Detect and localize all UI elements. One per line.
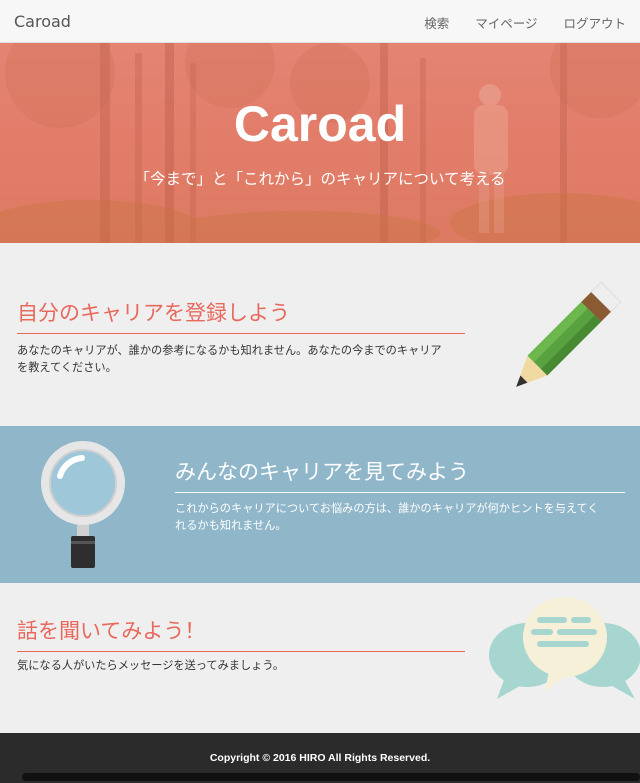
chat-bubbles-icon — [489, 597, 640, 699]
nav-logout-link[interactable]: ログアウト — [563, 13, 626, 32]
register-career-heading[interactable]: 自分のキャリアを登録しよう — [17, 297, 465, 334]
browse-career-text-line: れるかも知れません。 — [175, 519, 287, 532]
brand-logo[interactable]: Caroad — [14, 12, 71, 31]
browse-career-text: これからのキャリアについてお悩みの方は、誰かのキャリアが何かヒントを与えてく れ… — [175, 500, 630, 534]
horizontal-scrollbar[interactable] — [22, 773, 640, 781]
talk-section: 話を聞いてみよう！ 気になる人がいたらメッセージを送ってみましょう。 — [0, 583, 640, 733]
hero-subtitle: 「今まで」と「これから」のキャリアについて考える — [134, 170, 506, 188]
browse-career-heading[interactable]: みんなのキャリアを見てみよう — [175, 456, 625, 493]
copyright-text: Copyright © 2016 HIRO All Rights Reserve… — [209, 752, 431, 764]
nav-search-link[interactable]: 検索 — [424, 13, 449, 32]
browse-career-section: みんなのキャリアを見てみよう これからのキャリアについてお悩みの方は、誰かのキャ… — [0, 426, 640, 583]
nav-links: 検索 マイページ ログアウト — [424, 13, 626, 32]
nav-mypage-link[interactable]: マイページ — [475, 13, 537, 32]
hero-title: Caroad — [233, 96, 407, 152]
register-career-text: あなたのキャリアが、誰かの参考になるかも知れません。あなたの今までのキャリア を… — [17, 342, 467, 376]
register-career-text-line: あなたのキャリアが、誰かの参考になるかも知れません。あなたの今までのキャリア — [17, 344, 442, 357]
register-career-text-line: を教えてください。 — [17, 361, 117, 374]
browse-career-text-line: これからのキャリアについてお悩みの方は、誰かのキャリアが何かヒントを与えてく — [175, 502, 599, 515]
hero-banner: Caroad 「今まで」と「これから」のキャリアについて考える — [0, 43, 640, 243]
pencil-icon — [516, 281, 622, 387]
talk-text-line: 気になる人がいたらメッセージを送ってみましょう。 — [17, 659, 285, 672]
talk-text: 気になる人がいたらメッセージを送ってみましょう。 — [17, 657, 467, 674]
register-career-section: 自分のキャリアを登録しよう あなたのキャリアが、誰かの参考になるかも知れません。… — [0, 243, 640, 426]
navbar: Caroad 検索 マイページ ログアウト — [0, 0, 640, 43]
talk-heading[interactable]: 話を聞いてみよう！ — [17, 615, 465, 652]
magnifier-icon — [41, 441, 125, 568]
